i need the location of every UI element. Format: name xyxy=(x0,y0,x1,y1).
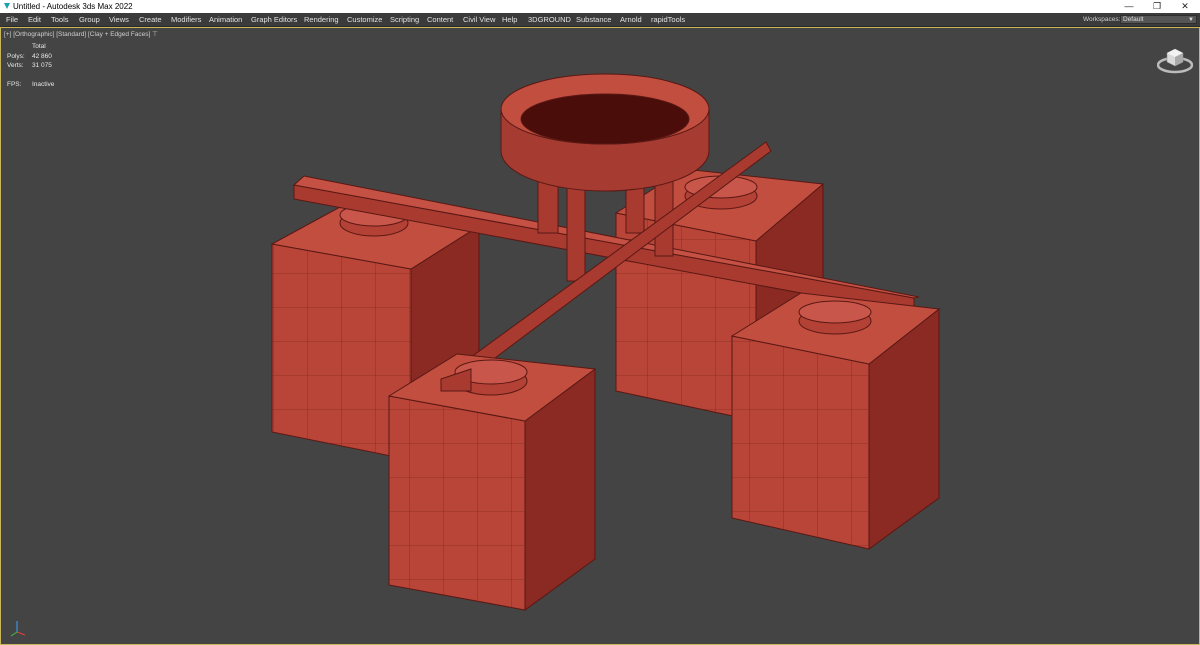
workspaces-label: Workspaces: xyxy=(1083,16,1121,23)
chevron-down-icon: ▼ xyxy=(1188,17,1194,23)
axis-tripod-icon xyxy=(10,621,26,637)
menu-views[interactable]: Views xyxy=(109,13,129,26)
menu-content[interactable]: Content xyxy=(427,13,453,26)
menu-file[interactable]: File xyxy=(6,13,18,26)
workspace-value: Default xyxy=(1123,16,1144,23)
minimize-button[interactable]: — xyxy=(1115,0,1143,13)
menu-animation[interactable]: Animation xyxy=(209,13,242,26)
menu-bar: File Edit Tools Group Views Create Modif… xyxy=(0,13,1200,27)
menu-rendering[interactable]: Rendering xyxy=(304,13,339,26)
menu-tools[interactable]: Tools xyxy=(51,13,69,26)
menu-scripting[interactable]: Scripting xyxy=(390,13,419,26)
menu-modifiers[interactable]: Modifiers xyxy=(171,13,201,26)
close-button[interactable]: ✕ xyxy=(1171,0,1199,13)
menu-3dground[interactable]: 3DGROUND xyxy=(528,13,571,26)
menu-edit[interactable]: Edit xyxy=(28,13,41,26)
menu-customize[interactable]: Customize xyxy=(347,13,382,26)
shade-front-right xyxy=(730,292,941,550)
shade-front-left xyxy=(387,353,597,611)
chandelier-model[interactable] xyxy=(1,28,1199,644)
menu-civil-view[interactable]: Civil View xyxy=(463,13,495,26)
menu-create[interactable]: Create xyxy=(139,13,162,26)
menu-graph-editors[interactable]: Graph Editors xyxy=(251,13,297,26)
maximize-button[interactable]: ❐ xyxy=(1143,0,1171,13)
title-bar: Untitled - Autodesk 3ds Max 2022 — ❐ ✕ xyxy=(0,0,1200,13)
3dsmax-logo-icon xyxy=(4,3,10,9)
menu-substance[interactable]: Substance xyxy=(576,13,611,26)
perspective-viewport[interactable]: [+] [Orthographic] [Standard] [Clay + Ed… xyxy=(0,27,1200,645)
menu-help[interactable]: Help xyxy=(502,13,517,26)
menu-arnold[interactable]: Arnold xyxy=(620,13,642,26)
viewcube-icon[interactable] xyxy=(1157,44,1193,74)
window-title: Untitled - Autodesk 3ds Max 2022 xyxy=(13,2,133,11)
menu-group[interactable]: Group xyxy=(79,13,100,26)
menu-rapidtools[interactable]: rapidTools xyxy=(651,13,685,26)
workspace-dropdown[interactable]: Default ▼ xyxy=(1120,15,1197,24)
